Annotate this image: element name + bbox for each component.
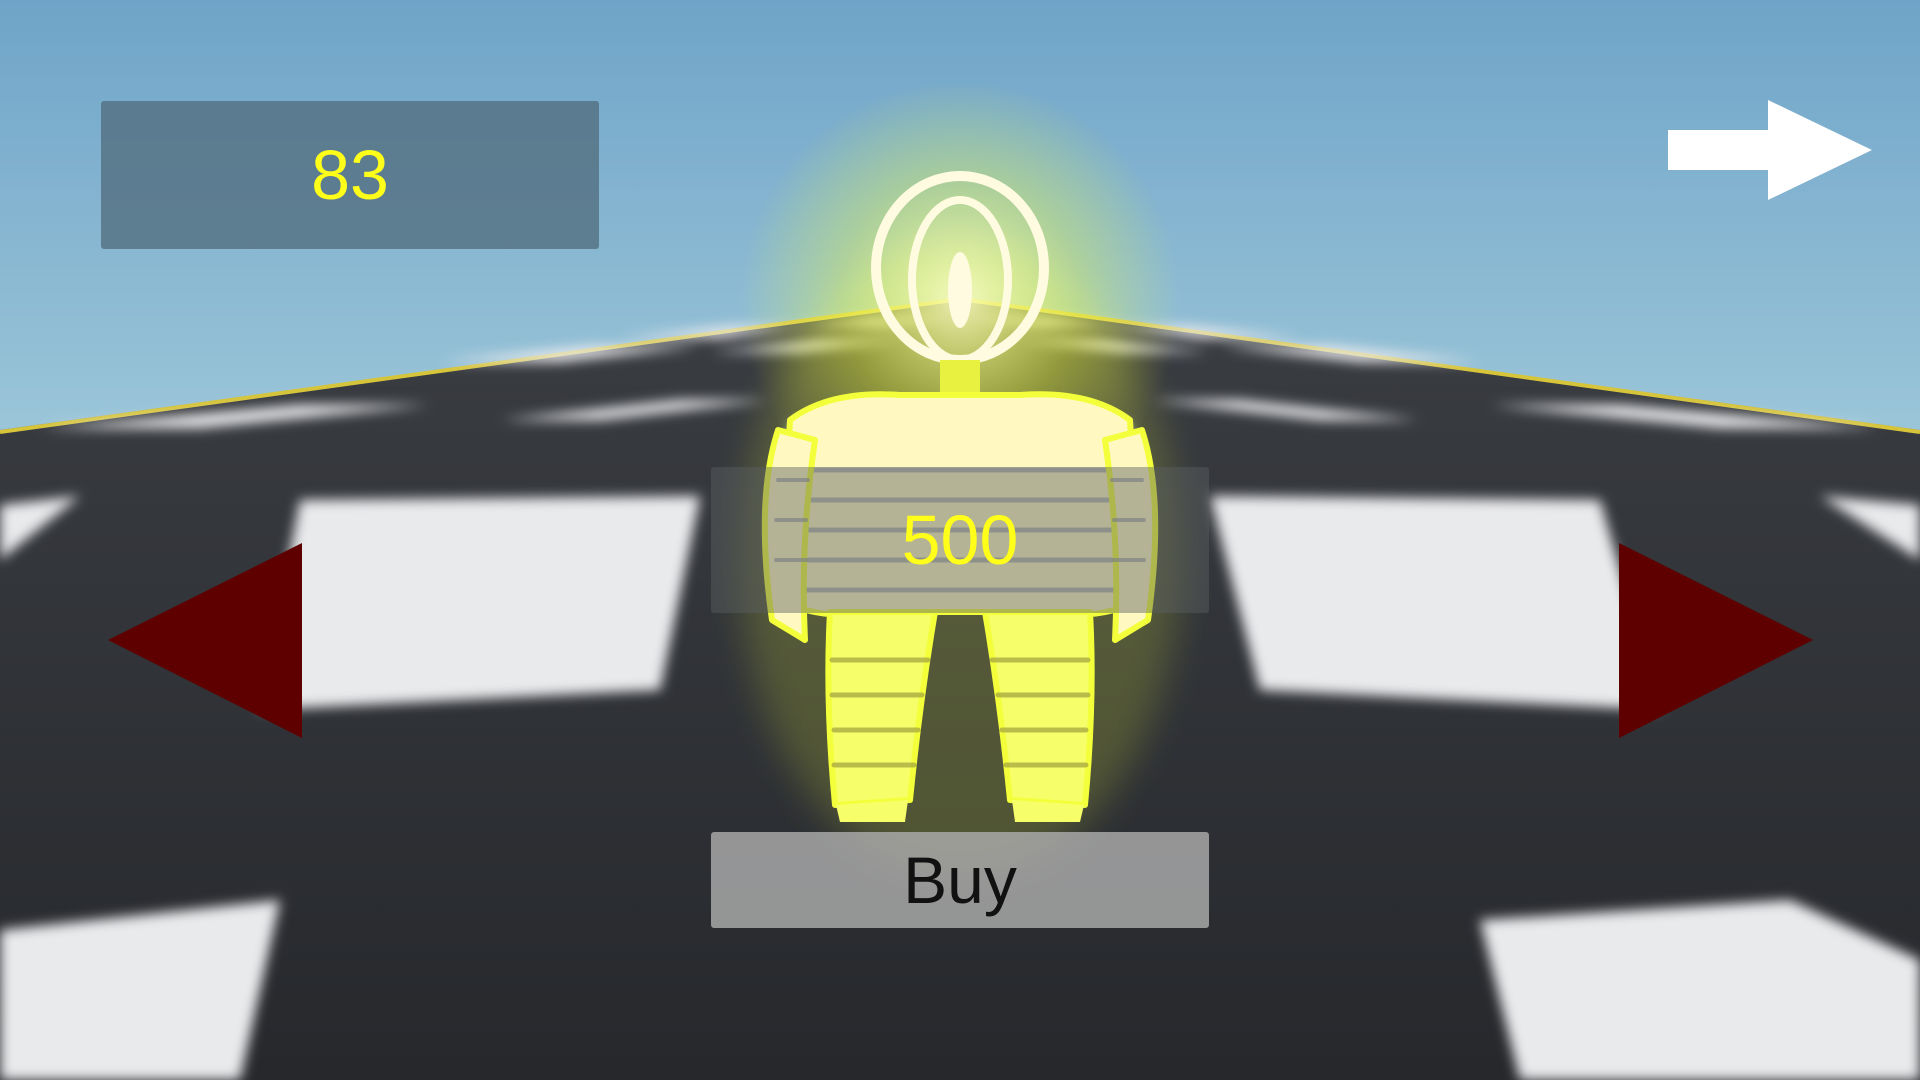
buy-label: Buy <box>903 843 1017 917</box>
arrow-right-icon <box>1668 100 1872 200</box>
coins-value: 83 <box>311 136 389 214</box>
previous-skin-button[interactable] <box>108 543 302 738</box>
skin-price: 500 <box>711 467 1209 613</box>
triangle-right-icon <box>1619 543 1813 738</box>
coins-counter: 83 <box>101 101 599 249</box>
buy-button[interactable]: Buy <box>711 832 1209 928</box>
continue-button[interactable] <box>1668 100 1872 200</box>
next-skin-button[interactable] <box>1619 543 1813 738</box>
price-value: 500 <box>901 501 1019 579</box>
triangle-left-icon <box>108 543 302 738</box>
